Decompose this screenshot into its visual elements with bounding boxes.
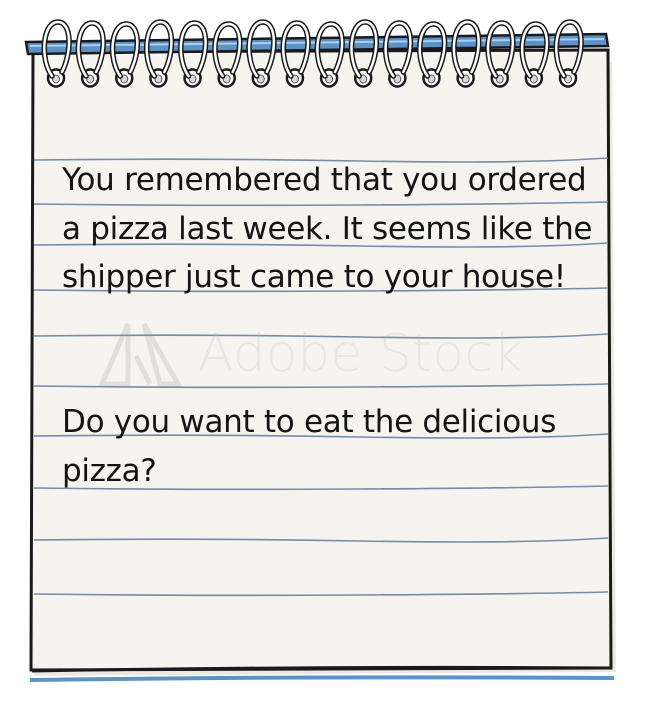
notepad-scene: Adobe Stock You remembered that you orde… (0, 0, 650, 706)
watermark-text: Adobe Stock (198, 324, 523, 384)
story-paragraph-2: Do you want to eat the delicious pizza? (62, 404, 557, 489)
notepad-bottom-binding (29, 675, 615, 682)
story-paragraph-1: You remembered that you ordered a pizza … (62, 162, 593, 295)
watermark: Adobe Stock (98, 318, 523, 390)
adobe-logo-icon (98, 322, 182, 387)
